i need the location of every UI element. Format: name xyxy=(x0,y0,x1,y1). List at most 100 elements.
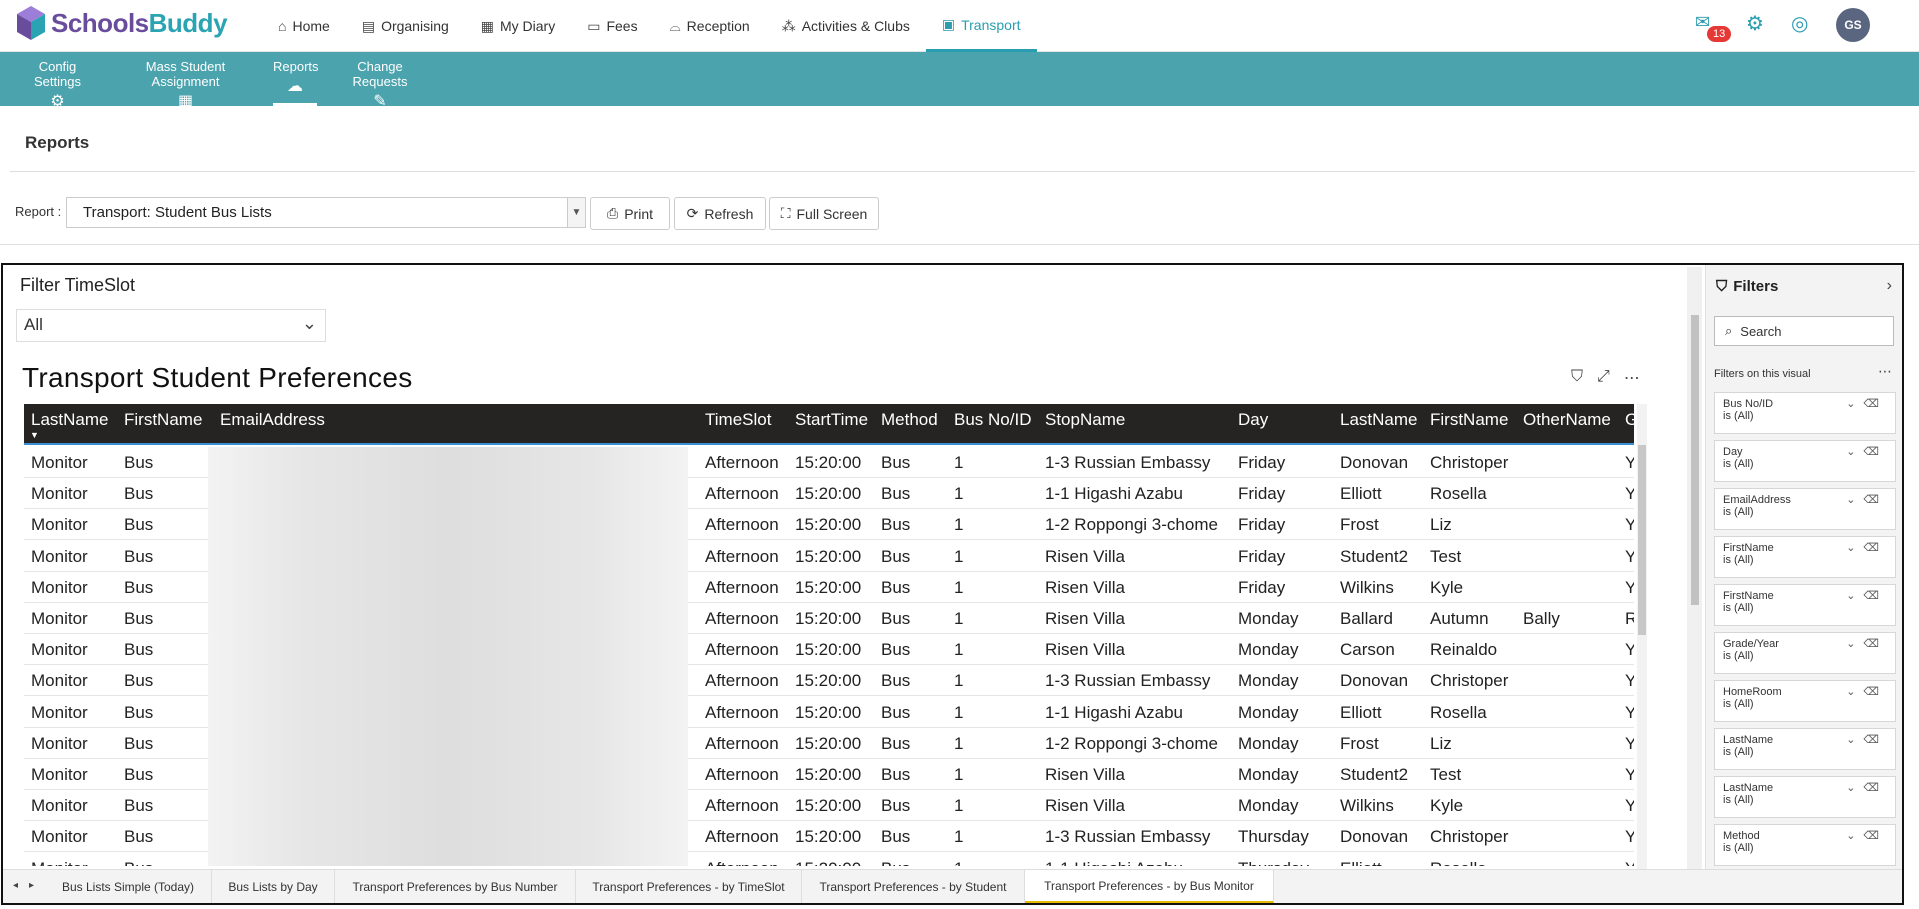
expand-and-clear-icon[interactable]: ⌄⌫ xyxy=(1846,541,1887,554)
expand-and-clear-icon[interactable]: ⌄⌫ xyxy=(1846,493,1887,506)
table-cell: Bus xyxy=(124,515,154,535)
settings-gear-icon[interactable]: ⚙ xyxy=(1746,11,1764,36)
filter-card[interactable]: Method is (All) ⌄⌫ xyxy=(1714,824,1896,866)
table-cell: 1 xyxy=(954,671,964,691)
expand-and-clear-icon[interactable]: ⌄⌫ xyxy=(1846,685,1887,698)
page-scrollbar-thumb[interactable] xyxy=(1691,315,1699,605)
column-header[interactable]: TimeSlot xyxy=(705,410,771,430)
filter-card[interactable]: Bus No/ID is (All) ⌄⌫ xyxy=(1714,392,1896,434)
column-header[interactable]: FirstName xyxy=(124,410,202,430)
column-header[interactable]: EmailAddress xyxy=(220,410,325,430)
nav-reception[interactable]: ⌓ Reception xyxy=(654,0,766,52)
full-screen-button[interactable]: ⛶ Full Screen xyxy=(769,197,879,230)
column-header[interactable]: StartTime xyxy=(795,410,868,430)
expand-and-clear-icon[interactable]: ⌄⌫ xyxy=(1846,733,1887,746)
chevron-down-icon[interactable]: ▼ xyxy=(567,198,585,227)
table-cell: Ye xyxy=(1625,827,1634,847)
nav-transport[interactable]: ▣ Transport xyxy=(925,0,1037,52)
expand-and-clear-icon[interactable]: ⌄⌫ xyxy=(1846,637,1887,650)
expand-and-clear-icon[interactable]: ⌄⌫ xyxy=(1846,397,1887,410)
report-page-tab[interactable]: Bus Lists Simple (Today) xyxy=(45,870,212,903)
refresh-button[interactable]: ⟳ Refresh xyxy=(674,197,766,230)
column-header[interactable]: LastName xyxy=(31,410,108,430)
main-nav: ⌂ Home ▤ Organising ▦ My Diary ▭ Fees ⌓ Recep… xyxy=(262,0,1037,52)
table-cell: Monday xyxy=(1238,733,1299,753)
table-cell: 15:20:00 xyxy=(795,671,862,691)
help-lifebuoy-icon[interactable]: ◎ xyxy=(1791,11,1808,36)
table-cell: Ye xyxy=(1625,671,1634,691)
focus-mode-icon[interactable]: ⤢ xyxy=(1597,368,1610,388)
print-button[interactable]: ⎙ Print xyxy=(590,197,670,230)
column-header[interactable]: Day xyxy=(1238,410,1268,430)
column-header[interactable]: G xyxy=(1625,410,1634,430)
filter-card[interactable]: HomeRoom is (All) ⌄⌫ xyxy=(1714,680,1896,722)
funnel-icon: ⛉ xyxy=(1716,278,1728,295)
filters-search-input[interactable]: ⌕ Search xyxy=(1714,316,1894,346)
table-cell: Ye xyxy=(1625,453,1634,472)
sort-descending-icon[interactable]: ▼ xyxy=(30,430,39,440)
report-page-tab[interactable]: Transport Preferences by Bus Number xyxy=(335,870,576,903)
calendar-icon: ▦ xyxy=(480,17,494,34)
filter-icon[interactable]: ⛉ xyxy=(1571,368,1583,388)
table-cell: Risen Villa xyxy=(1045,765,1126,784)
table-cell: 1 xyxy=(954,827,964,847)
subnav-reports[interactable]: Reports ☁ xyxy=(273,52,319,106)
expand-and-clear-icon[interactable]: ⌄⌫ xyxy=(1846,829,1887,842)
tab-scroll-right-icon[interactable]: ▸ xyxy=(29,880,34,891)
expand-and-clear-icon[interactable]: ⌄⌫ xyxy=(1846,781,1887,794)
table-cell: Friday xyxy=(1238,515,1286,535)
column-header[interactable]: LastName xyxy=(1340,410,1417,430)
filter-card[interactable]: Grade/Year is (All) ⌄⌫ xyxy=(1714,632,1896,674)
subnav-config-settings[interactable]: Config Settings ⚙ xyxy=(15,52,100,110)
table-scrollbar-thumb[interactable] xyxy=(1638,445,1646,635)
report-page-tab[interactable]: Transport Preferences - by Bus Monitor xyxy=(1025,870,1274,903)
printer-icon: ⎙ xyxy=(607,205,619,221)
table-cell: 15:20:00 xyxy=(795,546,862,566)
subnav-mass-student-assignment[interactable]: Mass Student Assignment ▦ xyxy=(112,52,259,110)
table-cell: 15:20:00 xyxy=(795,733,862,753)
report-page-tab[interactable]: Transport Preferences - by Student xyxy=(802,870,1025,903)
nav-organising[interactable]: ▤ Organising xyxy=(346,0,465,52)
filter-card[interactable]: LastName is (All) ⌄⌫ xyxy=(1714,776,1896,818)
report-page-tab[interactable]: Bus Lists by Day xyxy=(212,870,335,903)
home-icon: ⌂ xyxy=(278,18,287,34)
table-cell: Afternoon xyxy=(705,702,779,722)
table-cell: Friday xyxy=(1238,577,1286,597)
filter-card[interactable]: LastName is (All) ⌄⌫ xyxy=(1714,728,1896,770)
filter-card[interactable]: FirstName is (All) ⌄⌫ xyxy=(1714,584,1896,626)
filter-state: is (All) xyxy=(1723,794,1754,806)
table-cell: 15:20:00 xyxy=(795,515,862,535)
table-cell: 1 xyxy=(954,577,964,597)
filter-timeslot-dropdown[interactable]: All ⌄ xyxy=(16,309,326,342)
schoolsbuddy-logo[interactable]: SchoolsBuddy xyxy=(15,4,228,42)
more-options-icon[interactable]: ⋯ xyxy=(1878,363,1892,380)
column-header[interactable]: Method xyxy=(881,410,938,430)
tab-scroll-left-icon[interactable]: ◂ xyxy=(13,880,18,891)
nav-fees[interactable]: ▭ Fees xyxy=(571,0,653,52)
divider xyxy=(10,171,1915,172)
redacted-email-column xyxy=(208,447,688,866)
table-cell: Afternoon xyxy=(705,484,779,504)
table-cell: Donovan xyxy=(1340,671,1409,691)
nav-my-diary[interactable]: ▦ My Diary xyxy=(465,0,571,52)
collapse-pane-chevron-icon[interactable]: › xyxy=(1887,277,1892,295)
more-options-icon[interactable]: ⋯ xyxy=(1624,368,1640,388)
column-header[interactable]: FirstName xyxy=(1430,410,1508,430)
nav-activities-clubs[interactable]: ⁂ Activities & Clubs xyxy=(766,0,926,52)
nav-home[interactable]: ⌂ Home xyxy=(262,0,346,52)
expand-and-clear-icon[interactable]: ⌄⌫ xyxy=(1846,445,1887,458)
filter-card[interactable]: EmailAddress is (All) ⌄⌫ xyxy=(1714,488,1896,530)
table-cell: 1 xyxy=(954,640,964,660)
column-header[interactable]: StopName xyxy=(1045,410,1125,430)
column-header[interactable]: Bus No/ID xyxy=(954,410,1031,430)
report-select[interactable]: Transport: Student Bus Lists ▼ xyxy=(66,197,586,228)
table-cell: Afternoon xyxy=(705,577,779,597)
expand-and-clear-icon[interactable]: ⌄⌫ xyxy=(1846,589,1887,602)
filter-card[interactable]: FirstName is (All) ⌄⌫ xyxy=(1714,536,1896,578)
subnav-change-requests[interactable]: Change Requests ✎ xyxy=(331,52,429,110)
table-cell: Student2 xyxy=(1340,546,1409,566)
report-page-tab[interactable]: Transport Preferences - by TimeSlot xyxy=(576,870,802,903)
column-header[interactable]: OtherName xyxy=(1523,410,1611,430)
user-avatar[interactable]: GS xyxy=(1836,8,1870,42)
filter-card[interactable]: Day is (All) ⌄⌫ xyxy=(1714,440,1896,482)
